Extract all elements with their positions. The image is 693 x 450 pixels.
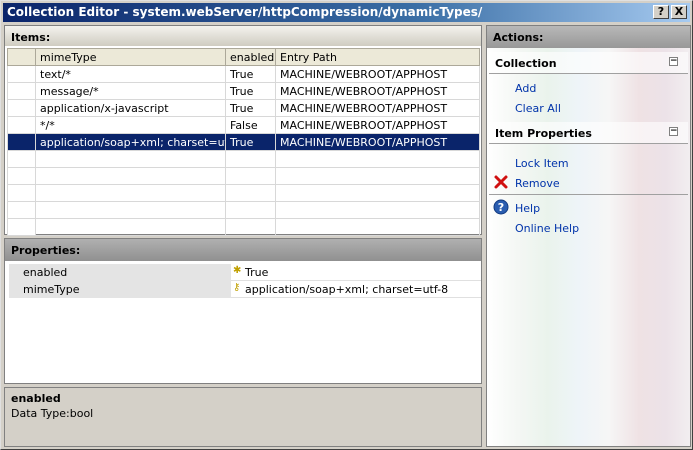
collapse-icon[interactable]: − [669,57,678,66]
empty-row [7,201,480,219]
property-row-enabled[interactable]: enabled ✱ True [9,264,481,281]
property-name: mimeType [9,281,231,298]
collection-group-header[interactable]: Collection − [489,52,688,74]
cell-mimetype[interactable]: message/* [35,82,226,100]
cell-mimetype[interactable]: text/* [35,65,226,83]
window-title: Collection Editor - system.webServer/htt… [7,5,483,19]
column-header-entry-path[interactable]: Entry Path [275,48,480,66]
items-header: Items: [5,26,481,46]
table-row[interactable]: text/* True MACHINE/WEBROOT/APPHOST [7,65,480,83]
table-row[interactable]: */* False MACHINE/WEBROOT/APPHOST [7,116,480,134]
cell-mimetype[interactable]: application/x-javascript [35,99,226,117]
description-title: enabled [11,392,61,405]
empty-row [7,167,480,185]
actions-header: Actions: [487,26,690,48]
clear-all-action[interactable]: Clear All [515,102,561,115]
property-value[interactable]: True [245,264,268,279]
items-panel: Items: mimeType enabled Entry Path text/… [4,25,482,236]
description-panel: enabled Data Type:bool [4,387,482,447]
item-properties-group-header[interactable]: Item Properties − [489,122,688,144]
grid-header-row: mimeType enabled Entry Path [7,48,480,66]
column-header-enabled[interactable]: enabled [225,48,276,66]
actions-divider [489,194,688,195]
properties-header: Properties: [5,239,481,261]
key-icon: ⚷ [233,282,241,293]
table-row[interactable]: message/* True MACHINE/WEBROOT/APPHOST [7,82,480,100]
add-action[interactable]: Add [515,82,536,95]
empty-row [7,218,480,236]
lock-item-action[interactable]: Lock Item [515,157,569,170]
cell-entry-path[interactable]: MACHINE/WEBROOT/APPHOST [275,65,480,83]
help-icon[interactable]: ? [493,199,509,215]
cell-entry-path[interactable]: MACHINE/WEBROOT/APPHOST [275,133,480,151]
help-title-button[interactable]: ? [653,5,669,19]
asterisk-icon: ✱ [233,265,242,276]
table-row-selected[interactable]: application/soap+xml; charset=utf-8 True… [7,133,480,151]
cell-mimetype[interactable]: */* [35,116,226,134]
table-row[interactable]: application/x-javascript True MACHINE/WE… [7,99,480,117]
cell-enabled[interactable]: True [225,82,276,100]
remove-action[interactable]: Remove [515,177,560,190]
cell-entry-path[interactable]: MACHINE/WEBROOT/APPHOST [275,82,480,100]
help-action[interactable]: Help [515,202,540,215]
property-value[interactable]: application/soap+xml; charset=utf-8 [245,281,448,296]
collapse-icon[interactable]: − [669,127,678,136]
cell-enabled[interactable]: True [225,133,276,151]
cell-enabled[interactable]: True [225,99,276,117]
collection-group-title: Collection [495,57,557,70]
properties-panel: Properties: enabled ✱ True mimeType ⚷ ap… [4,238,482,384]
title-bar[interactable]: Collection Editor - system.webServer/htt… [3,3,690,22]
actions-panel: Actions: Collection − Add Clear All Item… [486,25,691,447]
collection-editor-window: Collection Editor - system.webServer/htt… [0,0,693,450]
cell-enabled[interactable]: False [225,116,276,134]
empty-row [7,184,480,202]
column-header-mimetype[interactable]: mimeType [35,48,226,66]
property-row-mimetype[interactable]: mimeType ⚷ application/soap+xml; charset… [9,281,481,298]
items-grid[interactable]: mimeType enabled Entry Path text/* True … [7,48,480,236]
property-grid[interactable]: enabled ✱ True mimeType ⚷ application/so… [9,264,481,298]
cell-entry-path[interactable]: MACHINE/WEBROOT/APPHOST [275,99,480,117]
cell-entry-path[interactable]: MACHINE/WEBROOT/APPHOST [275,116,480,134]
svg-text:?: ? [498,201,504,214]
item-properties-group-title: Item Properties [495,127,592,140]
online-help-action[interactable]: Online Help [515,222,579,235]
cell-enabled[interactable]: True [225,65,276,83]
description-text: Data Type:bool [11,407,94,420]
empty-row [7,150,480,168]
property-name: enabled [9,264,231,281]
cell-mimetype[interactable]: application/soap+xml; charset=utf-8 [35,133,226,151]
remove-icon[interactable] [493,174,509,190]
row-header-corner [7,48,36,66]
close-button[interactable]: X [671,5,687,19]
